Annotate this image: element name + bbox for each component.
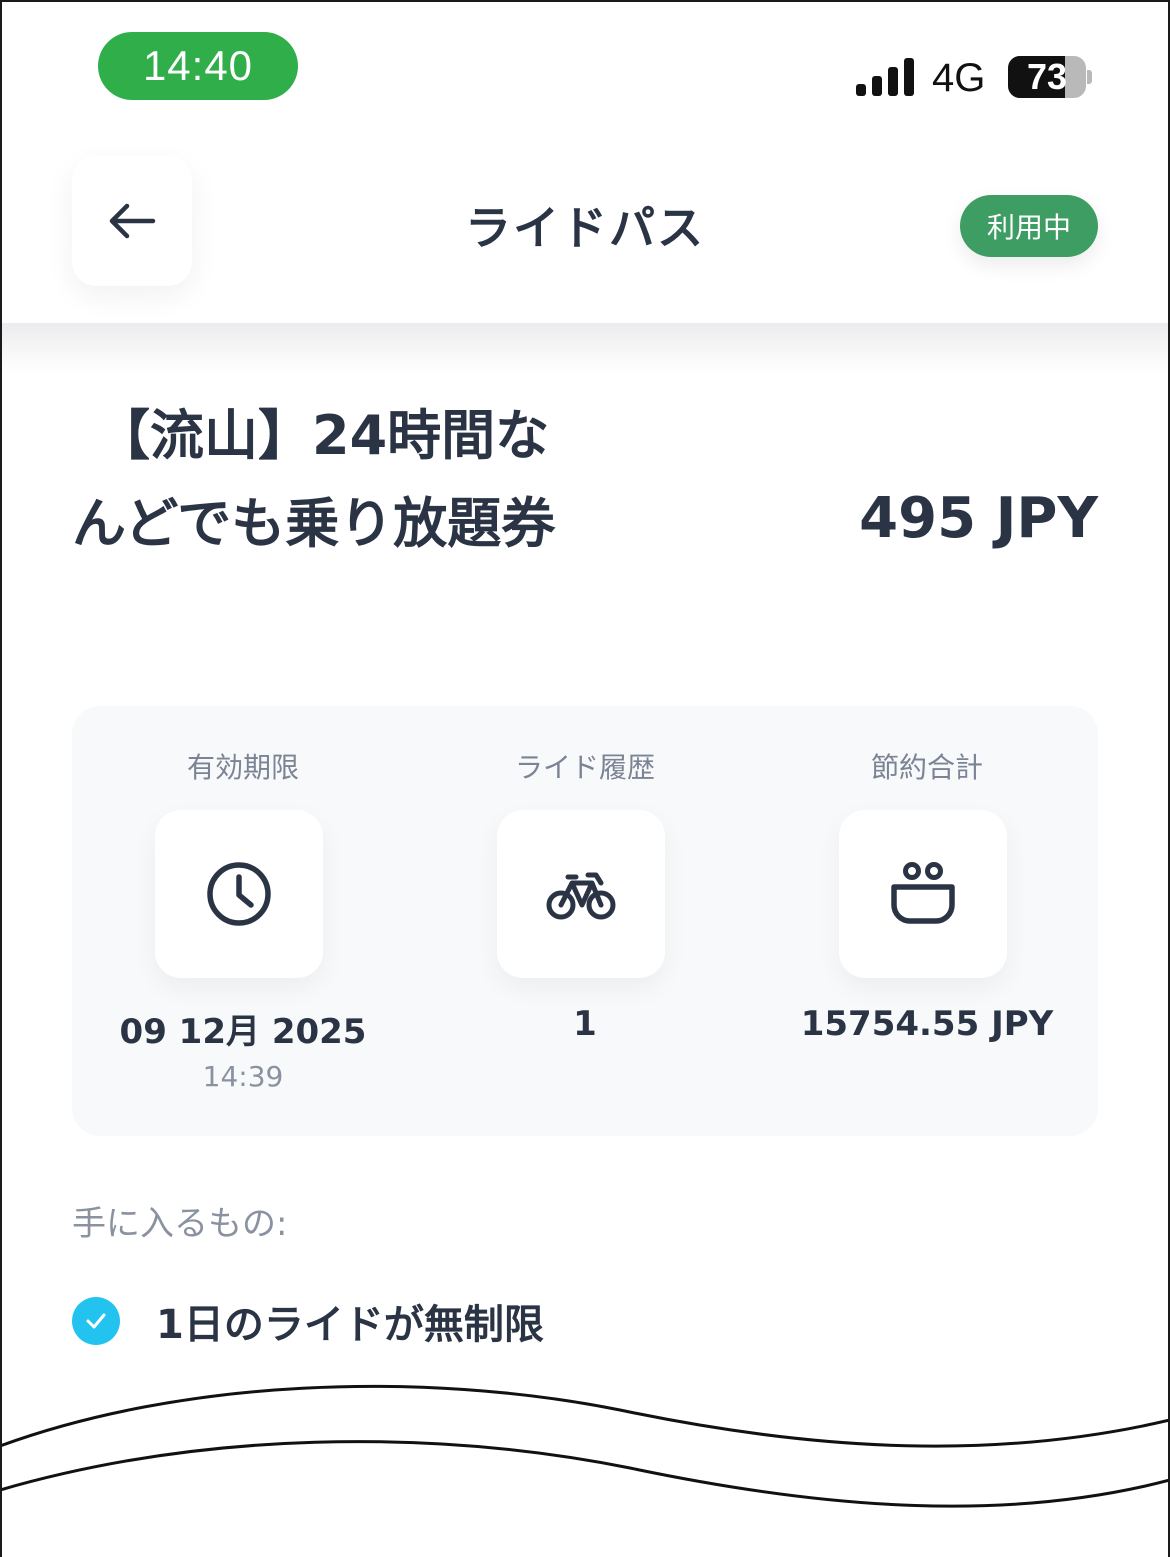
- signal-strength-icon: [856, 58, 914, 96]
- pass-title-line-2: んどでも乗り放題券: [72, 492, 556, 555]
- network-type: 4G: [932, 56, 986, 100]
- battery-icon: 73: [1008, 56, 1086, 98]
- top-app-bar: ライドパス 利用中: [0, 130, 1170, 325]
- header-shadow: [0, 323, 1170, 373]
- stat-value: 15754.55 JPY: [800, 1004, 1054, 1044]
- wallet-icon: [891, 862, 955, 924]
- benefit-label: 1日のライドが無制限: [156, 1302, 544, 1348]
- stat-label: 節約合計: [870, 751, 983, 784]
- stat-label: 有効期限: [186, 751, 299, 784]
- pass-price: 495 JPY: [859, 486, 1098, 551]
- stat-value: 1: [573, 1004, 597, 1044]
- torn-edge-decoration: [0, 1384, 1170, 1557]
- stat-label: ライド履歴: [514, 751, 655, 784]
- stat-icon-box: [839, 810, 1007, 978]
- stat-value: 09 12月 2025: [119, 1012, 367, 1052]
- pass-title: 【流山】24時間な んどでも乗り放題券: [72, 392, 632, 568]
- benefit-item: 1日のライドが無制限: [72, 1292, 544, 1350]
- status-time: 14:40: [98, 32, 298, 100]
- pass-title-line-1: 【流山】24時間な: [96, 404, 550, 467]
- status-badge: 利用中: [960, 195, 1098, 257]
- stat-subvalue: 14:39: [202, 1060, 284, 1093]
- clock-icon: [207, 862, 271, 926]
- battery-percent: 73: [1026, 56, 1068, 97]
- benefits-heading: 手に入るもの:: [72, 1204, 288, 1244]
- stats-card: 有効期限 09 12月 2025 14:39 ライド履歴 1 節約合計 1575…: [72, 706, 1098, 1136]
- bicycle-icon: [546, 872, 616, 920]
- stat-icon-box: [497, 810, 665, 978]
- check-icon: [72, 1297, 120, 1345]
- stat-icon-box: [155, 810, 323, 978]
- battery-nub: [1087, 70, 1092, 84]
